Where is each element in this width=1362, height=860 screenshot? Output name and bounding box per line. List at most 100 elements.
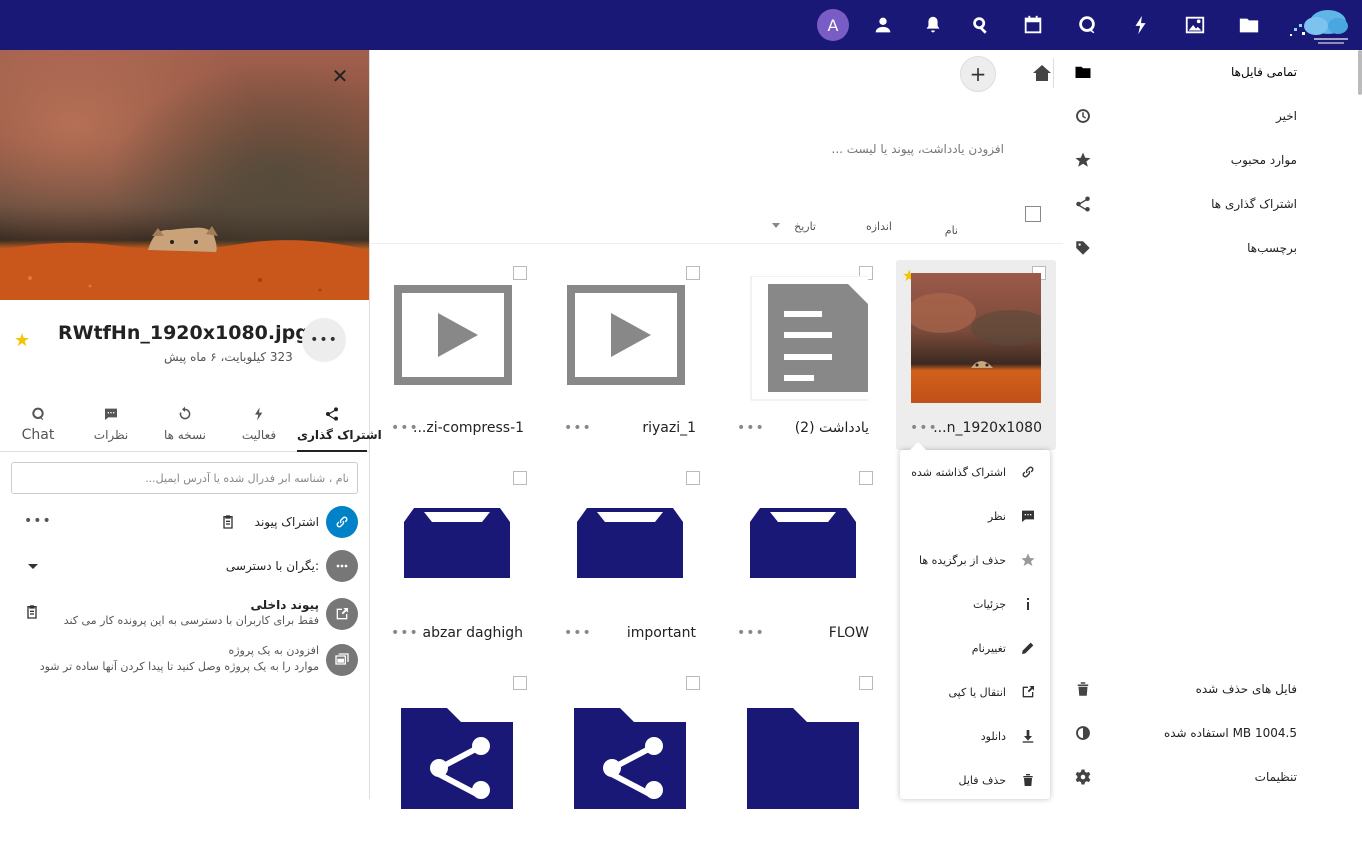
- column-header-date[interactable]: تاریخ: [794, 220, 816, 233]
- new-file-button[interactable]: +: [960, 56, 996, 92]
- app-navigation: تمامی فایل‌ها اخیر موارد محبوب اشتراک گذ…: [1062, 50, 1362, 799]
- file-name[interactable]: FLOW: [829, 625, 869, 641]
- menu-item-shared[interactable]: اشتراک گذاشته شده: [900, 450, 1050, 494]
- contacts-icon[interactable]: [871, 13, 895, 37]
- folder-tile[interactable]: [377, 670, 537, 860]
- move-icon: [1020, 684, 1036, 700]
- file-checkbox[interactable]: [513, 676, 527, 690]
- file-name[interactable]: ...n_1920x1080: [933, 420, 1042, 436]
- home-icon[interactable]: [1032, 64, 1052, 82]
- file-actions-button[interactable]: •••: [737, 625, 765, 641]
- menu-label: انتقال یا کپی: [948, 685, 1006, 699]
- shared-folder-icon: [565, 696, 695, 816]
- share-search-input[interactable]: نام ، شناسه ابر فدرال شده یا آدرس ایمیل.…: [11, 462, 358, 494]
- nav-quota: 1004.5 MB استفاده شده: [1062, 711, 1342, 755]
- chevron-down-icon[interactable]: [28, 564, 38, 569]
- rich-workspace-placeholder[interactable]: افزودن یادداشت، پیوند یا لیست ...: [832, 142, 1004, 156]
- file-tile[interactable]: riyazi_1 •••: [550, 260, 710, 450]
- tab-sharing[interactable]: اشتراک گذاری: [297, 400, 382, 452]
- tab-comments[interactable]: نظرات: [76, 400, 146, 452]
- image-thumbnail: [911, 273, 1041, 403]
- menu-item-comment[interactable]: نظر: [900, 494, 1050, 538]
- file-actions-button[interactable]: •••: [564, 625, 592, 641]
- file-actions-button[interactable]: •••: [737, 420, 765, 436]
- file-actions-button[interactable]: •••: [391, 625, 419, 641]
- menu-item-remove-favorite[interactable]: حذف از برگزیده ها: [900, 538, 1050, 582]
- tab-label: نسخه ها: [163, 428, 207, 442]
- file-name[interactable]: important: [627, 625, 696, 641]
- folder-tile[interactable]: abzar daghigh •••: [377, 465, 537, 655]
- share-icon: [324, 406, 340, 422]
- activity-icon[interactable]: [1129, 13, 1153, 37]
- nav-scrollbar[interactable]: [1358, 50, 1362, 95]
- file-name[interactable]: ...zi-compress-1: [413, 420, 523, 436]
- column-header-name[interactable]: نام: [945, 224, 958, 237]
- brand-logo[interactable]: [1288, 4, 1352, 46]
- tab-chat[interactable]: Chat: [3, 400, 73, 452]
- file-actions-button[interactable]: •••: [564, 420, 592, 436]
- share-link-menu-button[interactable]: •••: [24, 513, 52, 529]
- internal-link-row: پیوند داخلی فقط برای کاربران با دسترسی ب…: [0, 594, 369, 634]
- tab-activity[interactable]: فعالیت: [224, 400, 294, 452]
- folder-icon: [565, 483, 695, 603]
- nav-label: 1004.5 MB استفاده شده: [1163, 726, 1297, 740]
- tab-versions[interactable]: نسخه ها: [150, 400, 220, 452]
- menu-item-move-copy[interactable]: انتقال یا کپی: [900, 670, 1050, 714]
- file-checkbox[interactable]: [686, 676, 700, 690]
- user-avatar[interactable]: A: [817, 9, 849, 41]
- notifications-icon[interactable]: [921, 13, 945, 37]
- menu-item-details[interactable]: جزئیات: [900, 582, 1050, 626]
- nav-tags[interactable]: برچسب‌ها: [1062, 226, 1342, 270]
- file-name[interactable]: riyazi_1: [642, 420, 696, 436]
- select-all-checkbox[interactable]: [1025, 206, 1041, 222]
- column-header-size[interactable]: اندازه: [866, 220, 892, 233]
- nav-recent[interactable]: اخیر: [1062, 94, 1342, 138]
- clipboard-icon[interactable]: [24, 604, 40, 620]
- nav-settings[interactable]: تنظیمات: [1062, 755, 1342, 799]
- talk-icon[interactable]: [1075, 13, 1099, 37]
- file-actions-button[interactable]: •••: [910, 420, 938, 436]
- file-actions-button[interactable]: •••: [391, 420, 419, 436]
- share-link-row: اشتراک پیوند •••: [0, 502, 369, 542]
- folder-tile[interactable]: FLOW •••: [723, 465, 883, 655]
- tab-label: فعالیت: [241, 428, 277, 442]
- sidebar-tabs: اشتراک گذاری فعالیت نسخه ها نظرات Chat: [0, 400, 382, 452]
- photos-icon[interactable]: [1183, 13, 1207, 37]
- add-to-project-row[interactable]: افزودن به یک پروژه موارد را به یک پروژه …: [0, 640, 369, 680]
- link-icon: [326, 506, 358, 538]
- menu-item-delete[interactable]: حذف فایل: [900, 758, 1050, 802]
- nav-shares[interactable]: اشتراک گذاری ها: [1062, 182, 1342, 226]
- menu-item-download[interactable]: دانلود: [900, 714, 1050, 758]
- nav-favorites[interactable]: موارد محبوب: [1062, 138, 1342, 182]
- folder-tile[interactable]: important •••: [550, 465, 710, 655]
- search-icon[interactable]: [969, 13, 993, 37]
- nav-deleted-files[interactable]: فایل های حذف شده: [1062, 667, 1342, 711]
- trash-icon: [1074, 680, 1092, 698]
- talk-icon: [30, 406, 46, 422]
- file-name[interactable]: یادداشت (2): [795, 420, 869, 436]
- files-icon[interactable]: [1237, 13, 1261, 37]
- nav-label: موارد محبوب: [1230, 153, 1297, 167]
- calendar-icon[interactable]: [1021, 13, 1045, 37]
- details-sidebar: ✕ ★ RWtfHn_1920x1080.jpg 323 کیلوبایت، ۶…: [0, 50, 382, 799]
- file-name[interactable]: abzar daghigh: [423, 625, 523, 641]
- file-meta: 323 کیلوبایت، ۶ ماه پیش: [164, 350, 293, 364]
- file-tile[interactable]: ...zi-compress-1 •••: [377, 260, 537, 450]
- share-icon: [1074, 195, 1092, 213]
- folder-tile[interactable]: [550, 670, 710, 860]
- clipboard-icon[interactable]: [220, 514, 236, 530]
- menu-label: اشتراک گذاشته شده: [911, 465, 1006, 479]
- menu-item-rename[interactable]: تغییرنام: [900, 626, 1050, 670]
- close-sidebar-button[interactable]: ✕: [330, 66, 350, 86]
- shared-folder-icon: [392, 696, 522, 816]
- folder-tile[interactable]: [723, 670, 883, 860]
- file-context-menu: اشتراک گذاشته شده نظر حذف از برگزیده ها …: [900, 442, 1050, 802]
- menu-label: جزئیات: [973, 597, 1006, 611]
- sidebar-actions-button[interactable]: •••: [302, 318, 346, 362]
- favorite-star-icon[interactable]: ★: [14, 330, 30, 351]
- file-tile[interactable]: یادداشت (2) •••: [723, 260, 883, 450]
- nav-all-files[interactable]: تمامی فایل‌ها: [1062, 50, 1342, 94]
- file-tile[interactable]: ★ ...n_1920x1080 •••: [896, 260, 1056, 450]
- file-checkbox[interactable]: [859, 676, 873, 690]
- others-with-access-row[interactable]: :یگران با دسترسی: [0, 548, 369, 588]
